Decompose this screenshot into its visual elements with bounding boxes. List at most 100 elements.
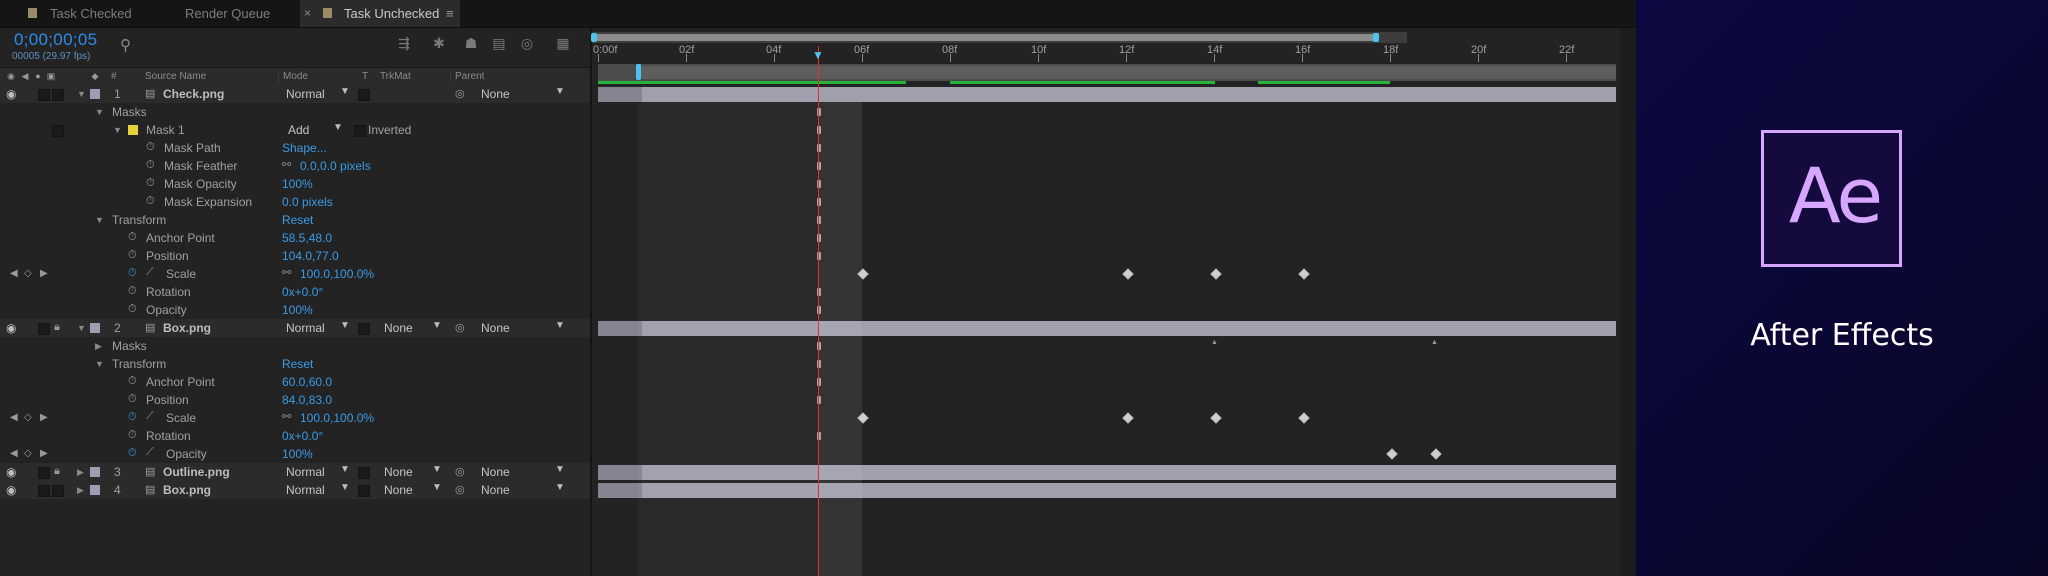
time-navigator-range[interactable] <box>594 34 1376 41</box>
collapse-triangle-icon[interactable]: ▶ <box>95 337 102 355</box>
property-value[interactable]: 0x+0.0° <box>282 283 323 301</box>
property-value[interactable]: 0.0 pixels <box>282 193 333 211</box>
property-value[interactable]: 100% <box>282 445 313 463</box>
collapse-triangle-icon[interactable]: ▶ <box>77 463 84 481</box>
stopwatch-icon[interactable]: ⏱ <box>128 429 137 442</box>
property-row[interactable]: ◀ ◇ ▶ ⏱ ⟋ Scale ⚯ 100.0,100.0% <box>0 265 590 283</box>
property-value[interactable]: 60.0,60.0 <box>282 373 332 391</box>
stopwatch-icon[interactable]: ⏱ <box>146 177 155 190</box>
collapse-triangle-icon[interactable]: ▶ <box>77 481 84 499</box>
layer-name[interactable]: Check.png <box>163 85 224 103</box>
preserve-transparency-checkbox[interactable] <box>358 89 370 101</box>
navigator-start-handle[interactable] <box>591 33 597 42</box>
solo-switch[interactable] <box>38 467 50 479</box>
reset-link[interactable]: Reset <box>282 211 313 229</box>
preserve-transparency-checkbox[interactable] <box>358 467 370 479</box>
property-row[interactable]: ⏱ Mask Feather ⚯ 0.0,0.0 pixels <box>0 157 590 175</box>
shy-layers-icon[interactable]: ☗ <box>462 35 480 51</box>
stopwatch-icon[interactable]: ⏱ <box>146 159 155 172</box>
parent-dropdown[interactable]: None <box>481 321 510 335</box>
mask-mode-dropdown[interactable]: Add <box>288 123 309 137</box>
add-keyframe-icon[interactable]: ◇ <box>24 409 32 427</box>
blend-mode-dropdown[interactable]: Normal <box>286 483 325 497</box>
layer-row[interactable]: ◉ 🔒︎ ▶ 3 ▤ Outline.png Normal ▼ None ▼ ◎… <box>0 463 590 481</box>
layer-name[interactable]: Box.png <box>163 481 211 499</box>
property-row[interactable]: ⏱ Opacity 100% <box>0 301 590 319</box>
frame-blending-icon[interactable]: ▤ <box>490 35 508 51</box>
lock-switch[interactable] <box>52 89 64 101</box>
trkmat-dropdown[interactable]: None <box>384 465 413 479</box>
solo-switch[interactable] <box>38 89 50 101</box>
pick-whip-icon[interactable]: ◎ <box>455 321 465 334</box>
audio-toggle-icon[interactable]: ◀ <box>20 71 30 81</box>
property-value[interactable]: 100.0,100.0% <box>300 409 374 427</box>
pick-whip-icon[interactable]: ◎ <box>455 87 465 100</box>
solo-switch[interactable] <box>38 485 50 497</box>
property-value[interactable]: 84.0,83.0 <box>282 391 332 409</box>
transform-group-row[interactable]: ▼ Transform Reset <box>0 355 590 373</box>
trkmat-dropdown[interactable]: None <box>384 483 413 497</box>
work-area-start-handle[interactable] <box>636 64 641 80</box>
stopwatch-icon[interactable]: ⏱ <box>128 249 137 262</box>
eye-icon[interactable]: ◉ <box>6 465 16 479</box>
solo-toggle-icon[interactable]: ● <box>33 71 43 81</box>
tab-task-checked[interactable]: Task Checked <box>0 0 165 27</box>
masks-group-row[interactable]: ▶ Masks <box>0 337 590 355</box>
property-row[interactable]: ◀ ◇ ▶ ⏱ ⟋ Opacity 100% <box>0 445 590 463</box>
property-value[interactable]: 100.0,100.0% <box>300 265 374 283</box>
preserve-transparency-checkbox[interactable] <box>358 323 370 335</box>
graph-icon[interactable]: ⟋ <box>146 410 154 423</box>
prev-keyframe-icon[interactable]: ◀ <box>10 265 18 283</box>
graph-icon[interactable]: ⟋ <box>146 266 154 279</box>
label-color[interactable] <box>90 323 100 333</box>
property-row[interactable]: ⏱ Position 104.0,77.0 <box>0 247 590 265</box>
expand-triangle-icon[interactable]: ▼ <box>113 121 122 139</box>
expand-triangle-icon[interactable]: ▼ <box>95 355 104 373</box>
layer-row[interactable]: ◉ ▼ 1 ▤ Check.png Normal ▼ ◎ None ▼ <box>0 85 590 103</box>
stopwatch-active-icon[interactable]: ⏱ <box>128 447 137 460</box>
eye-icon[interactable]: ◉ <box>6 483 16 497</box>
preserve-transparency-checkbox[interactable] <box>358 485 370 497</box>
stopwatch-icon[interactable]: ⏱ <box>128 393 137 406</box>
motion-blur-icon[interactable]: ◎ <box>518 35 536 51</box>
masks-group-row[interactable]: ▼ Masks <box>0 103 590 121</box>
pick-whip-icon[interactable]: ◎ <box>455 483 465 496</box>
column-source-name[interactable]: Source Name <box>145 68 206 85</box>
stopwatch-icon[interactable]: ⏱ <box>146 195 155 208</box>
constrain-proportions-icon[interactable]: ⚯ <box>282 266 291 279</box>
property-value[interactable]: 58.5,48.0 <box>282 229 332 247</box>
stopwatch-icon[interactable]: ⏱ <box>128 303 137 316</box>
mask-row[interactable]: ▼ Mask 1 Add ▼ Inverted <box>0 121 590 139</box>
constrain-proportions-icon[interactable]: ⚯ <box>282 410 291 423</box>
next-keyframe-icon[interactable]: ▶ <box>40 265 48 283</box>
layer-row[interactable]: ◉ ▶ 4 ▤ Box.png Normal ▼ None ▼ ◎ None ▼ <box>0 481 590 499</box>
pick-whip-icon[interactable]: ◎ <box>455 465 465 478</box>
property-row[interactable]: ⏱ Mask Expansion 0.0 pixels <box>0 193 590 211</box>
search-icon[interactable]: ⚲ <box>120 36 131 54</box>
close-tab-icon[interactable]: × <box>304 0 311 27</box>
add-keyframe-icon[interactable]: ◇ <box>24 445 32 463</box>
label-color[interactable] <box>90 485 100 495</box>
blend-mode-dropdown[interactable]: Normal <box>286 321 325 335</box>
property-row[interactable]: ⏱ Anchor Point 58.5,48.0 <box>0 229 590 247</box>
blend-mode-dropdown[interactable]: Normal <box>286 465 325 479</box>
lock-toggle-icon[interactable]: ▣ <box>46 71 56 81</box>
tab-menu-icon[interactable]: ≡ <box>446 0 454 27</box>
property-row[interactable]: ⏱ Rotation 0x+0.0° <box>0 283 590 301</box>
navigator-end-handle[interactable] <box>1373 33 1379 42</box>
eye-icon[interactable]: ◉ <box>6 321 16 335</box>
property-value[interactable]: 0.0,0.0 pixels <box>300 157 371 175</box>
layer-row[interactable]: ◉ 🔒︎ ▼ 2 ▤ Box.png Normal ▼ None ▼ ◎ Non… <box>0 319 590 337</box>
label-color[interactable] <box>90 467 100 477</box>
parent-dropdown[interactable]: None <box>481 465 510 479</box>
mask-name[interactable]: Mask 1 <box>146 121 185 139</box>
playhead-handle-icon[interactable]: ▼ <box>812 48 824 62</box>
parent-dropdown[interactable]: None <box>481 483 510 497</box>
property-row[interactable]: ⏱ Rotation 0x+0.0° <box>0 427 590 445</box>
trkmat-dropdown[interactable]: None <box>384 321 413 335</box>
lock-icon[interactable]: 🔒︎ <box>54 465 60 478</box>
layer-name[interactable]: Outline.png <box>163 463 230 481</box>
property-row[interactable]: ⏱ Mask Path Shape... <box>0 139 590 157</box>
layer-duration-bar[interactable] <box>598 87 1616 102</box>
solo-switch[interactable] <box>38 323 50 335</box>
